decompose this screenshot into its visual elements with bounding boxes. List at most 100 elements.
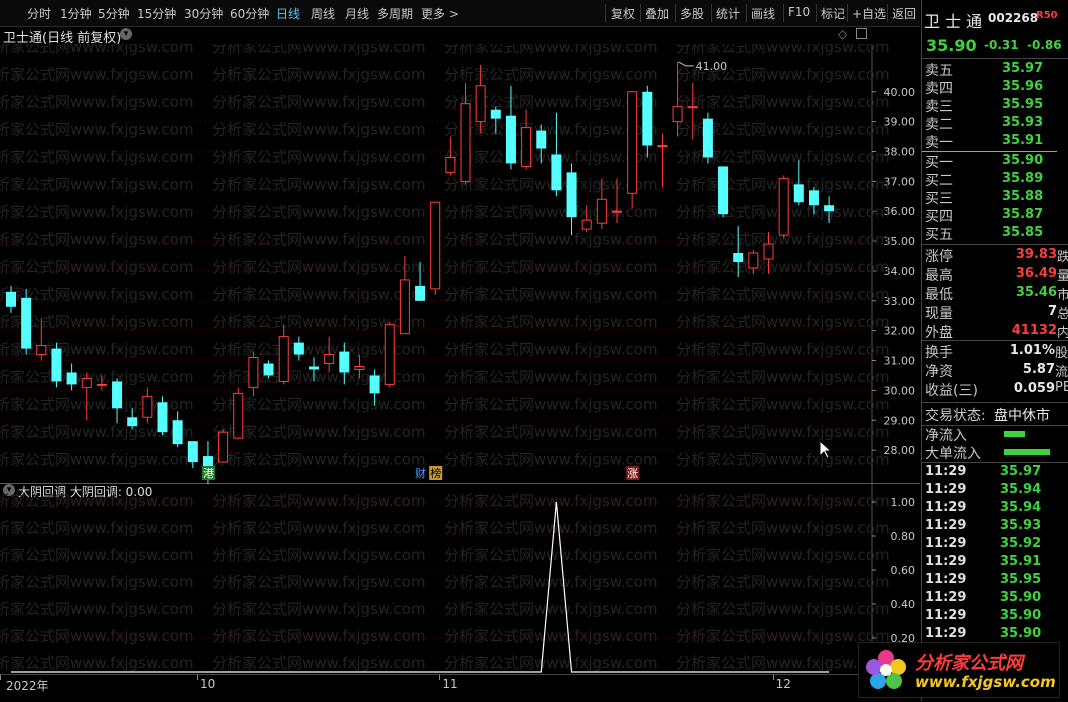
candle-body[interactable] [566, 172, 577, 218]
period-tab[interactable]: 周线 [311, 5, 335, 22]
candle-body[interactable] [657, 145, 668, 148]
candle-body[interactable] [399, 279, 410, 335]
candle-body[interactable] [187, 441, 198, 463]
candle-body[interactable] [642, 91, 653, 146]
candle-body[interactable] [460, 103, 471, 182]
candle-body[interactable] [218, 431, 229, 463]
candle-body[interactable] [521, 127, 532, 167]
candle-body[interactable] [793, 184, 804, 203]
candle-body[interactable] [596, 198, 607, 224]
ask-row[interactable]: 卖四 35.96 [922, 78, 1068, 97]
bid-row[interactable]: 买三 35.88 [922, 188, 1068, 207]
candle-body[interactable] [824, 205, 835, 212]
candle-body[interactable] [672, 106, 683, 123]
candle-body[interactable] [384, 324, 395, 385]
candle-body[interactable] [354, 366, 365, 370]
period-tab[interactable]: 多周期 [377, 5, 413, 22]
candle-body[interactable] [339, 351, 350, 373]
period-tab[interactable]: 1分钟 [60, 5, 92, 22]
stock-name: 卫 士 通 [924, 12, 983, 31]
bid-row[interactable]: 买一 35.90 [922, 152, 1068, 171]
candle-body[interactable] [763, 243, 774, 260]
tick-list[interactable]: 11:29 35.97 11:29 35.94 11:29 35.94 11:29 35.93… [922, 464, 1068, 644]
candle-body[interactable] [81, 377, 92, 388]
candle-body[interactable] [581, 219, 592, 230]
toolbar-button[interactable]: 多股 [680, 5, 704, 22]
watermark-text: 分析家公式网www.fxjgsw.com [0, 121, 194, 139]
candle-body[interactable] [612, 210, 622, 213]
period-tab[interactable]: 5分钟 [98, 5, 130, 22]
panel-toggle-icon[interactable] [856, 28, 867, 39]
period-tab[interactable]: 月线 [345, 5, 369, 22]
candle-body[interactable] [702, 118, 713, 158]
candle-body[interactable] [551, 154, 562, 191]
toolbar-button[interactable]: 叠加 [645, 5, 669, 22]
ask-row[interactable]: 卖三 35.95 [922, 96, 1068, 115]
candle-body[interactable] [808, 190, 819, 206]
candle-body[interactable] [505, 115, 516, 164]
candle-body[interactable] [627, 91, 638, 194]
candle-body[interactable] [369, 375, 380, 394]
watermark-text: 分析家公式网www.fxjgsw.com [676, 396, 890, 414]
candle-body[interactable] [718, 166, 729, 215]
candle-body[interactable] [778, 177, 789, 236]
period-tab[interactable]: 日线 [276, 5, 300, 22]
toolbar-button[interactable]: 画线 [751, 5, 775, 22]
stat-label-cut: 总 [1057, 307, 1068, 322]
candle-body[interactable] [687, 106, 698, 109]
toolbar-button[interactable]: 标记 [821, 5, 845, 22]
period-tab[interactable]: 分时 [27, 5, 51, 22]
ask-row[interactable]: 卖二 35.93 [922, 114, 1068, 133]
toolbar-button[interactable]: +自选 [852, 5, 886, 22]
tick-price: 35.90 [1000, 608, 1042, 623]
candle-body[interactable] [475, 85, 486, 123]
candle-body[interactable] [536, 130, 547, 149]
candle-body[interactable] [293, 342, 304, 355]
indicator-chart[interactable]: 分析家公式网www.fxjgsw.com 分析家公式网www.fxjgsw.com… [0, 484, 920, 674]
candle-body[interactable] [112, 381, 123, 409]
candle-body[interactable] [248, 357, 259, 388]
candle-body[interactable] [66, 372, 77, 385]
candle-body[interactable] [172, 420, 183, 445]
candle-body[interactable] [157, 402, 168, 433]
watermark-text: 分析家公式网www.fxjgsw.com [444, 286, 658, 304]
diamond-icon[interactable]: ◇ [838, 27, 847, 41]
ask-row[interactable]: 卖五 35.97 [922, 60, 1068, 79]
bid-row[interactable]: 买四 35.87 [922, 206, 1068, 225]
candle-body[interactable] [51, 348, 62, 382]
candle-body[interactable] [430, 201, 441, 290]
toolbar-button[interactable]: F10 [788, 5, 810, 19]
bid-row[interactable]: 买二 35.89 [922, 170, 1068, 189]
chevron-down-icon[interactable]: ▾ [120, 28, 132, 40]
toolbar-button[interactable]: 统计 [716, 5, 740, 22]
candle-body[interactable] [309, 366, 319, 370]
candle-body[interactable] [6, 291, 16, 307]
toolbar-button[interactable]: 返回 [892, 5, 916, 22]
period-tab[interactable]: 更多 > [421, 5, 459, 22]
candle-body[interactable] [127, 417, 138, 427]
candle-body[interactable] [233, 392, 244, 439]
candle-body[interactable] [21, 297, 32, 349]
watermark-text: 分析家公式网www.fxjgsw.com [212, 573, 426, 591]
candle-body[interactable] [490, 109, 501, 119]
candle-body[interactable] [324, 354, 335, 365]
candle-body[interactable] [142, 395, 153, 418]
bid-label: 买二 [925, 173, 953, 189]
candle-body[interactable] [748, 252, 759, 269]
period-tab[interactable]: 60分钟 [230, 5, 269, 22]
candle-body[interactable] [96, 383, 107, 386]
ask-row[interactable]: 卖一 35.91 [922, 132, 1068, 151]
candle-body[interactable] [415, 285, 426, 301]
candle-body[interactable] [263, 363, 274, 376]
candle-body[interactable] [36, 345, 47, 356]
candle-body[interactable] [445, 156, 456, 173]
date-axis-label: 10 [199, 677, 216, 691]
period-tab[interactable]: 30分钟 [184, 5, 223, 22]
period-tab[interactable]: 15分钟 [137, 5, 176, 22]
candlestick-chart[interactable]: 40.0039.0038.0037.0036.0035.0034.0033.00… [0, 44, 920, 484]
logo-url: www.fxjgsw.com [915, 673, 1056, 691]
candle-body[interactable] [278, 336, 289, 382]
bid-row[interactable]: 买五 35.85 [922, 224, 1068, 243]
toolbar-button[interactable]: 复权 [611, 5, 635, 22]
candle-body[interactable] [733, 253, 744, 262]
